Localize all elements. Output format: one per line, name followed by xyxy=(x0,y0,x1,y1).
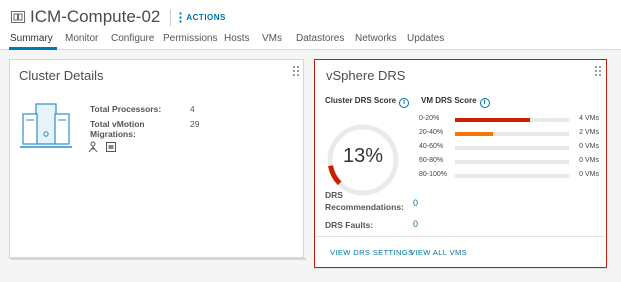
tab-hosts[interactable]: Hosts xyxy=(224,33,250,50)
histogram-row: 20-40% 2 VMs xyxy=(419,129,599,139)
actions-button[interactable]: ACTIONS xyxy=(179,11,226,23)
drag-handle-icon[interactable] xyxy=(293,66,301,76)
histogram-range-label: 80-100% xyxy=(419,171,448,178)
view-all-vms-link[interactable]: VIEW ALL VMS xyxy=(410,248,467,257)
more-vertical-icon xyxy=(179,11,182,23)
vm-drs-score-heading: VM DRS Score i xyxy=(421,96,490,108)
histogram-range-label: 60-80% xyxy=(419,157,444,164)
cluster-details-title: Cluster Details xyxy=(19,68,104,83)
histogram-vm-count: 4 VMs xyxy=(579,115,599,122)
histogram-bar[interactable] xyxy=(455,118,531,122)
total-vmotion-label: Total vMotion Migrations: xyxy=(90,119,145,139)
histogram-bar-track xyxy=(455,146,569,150)
histogram-range-label: 40-60% xyxy=(419,143,444,150)
histogram-vm-count: 0 VMs xyxy=(579,143,599,150)
tab-monitor[interactable]: Monitor xyxy=(65,33,98,50)
total-processors-label: Total Processors: xyxy=(90,104,162,114)
vsphere-drs-title: vSphere DRS xyxy=(326,68,406,83)
drs-faults-value[interactable]: 0 xyxy=(413,219,418,229)
info-icon[interactable]: i xyxy=(399,98,410,108)
histogram-row: 0-20% 4 VMs xyxy=(419,115,599,125)
cluster-icon xyxy=(11,11,25,23)
histogram-bar-track xyxy=(455,118,569,122)
total-vmotion-value: 29 xyxy=(190,119,200,129)
histogram-bar-track xyxy=(455,132,569,136)
title-row: ICM-Compute-02 ACTIONS xyxy=(10,6,226,28)
view-drs-settings-link[interactable]: VIEW DRS SETTINGS xyxy=(330,248,413,257)
tab-networks[interactable]: Networks xyxy=(355,33,397,50)
tab-configure[interactable]: Configure xyxy=(111,33,154,50)
histogram-vm-count: 0 VMs xyxy=(579,171,599,178)
histogram-vm-count: 0 VMs xyxy=(579,157,599,164)
page-title: ICM-Compute-02 xyxy=(30,7,161,26)
tab-permissions[interactable]: Permissions xyxy=(163,33,217,50)
active-tab-indicator xyxy=(9,47,57,50)
actions-label: ACTIONS xyxy=(186,12,226,22)
drag-handle-icon[interactable] xyxy=(595,66,603,76)
card-bottom-rule xyxy=(11,258,306,260)
cluster-feature-icons xyxy=(87,141,117,153)
histogram-row: 80-100% 0 VMs xyxy=(419,171,599,181)
histogram-bar-track xyxy=(455,174,569,178)
histogram-bar[interactable] xyxy=(455,132,493,136)
drs-recommendations-label: DRS Recommendations: xyxy=(325,190,404,212)
info-icon[interactable]: i xyxy=(479,98,490,108)
drs-faults-label: DRS Faults: xyxy=(325,220,374,230)
gauge-value-arc xyxy=(328,165,342,186)
ha-icon xyxy=(88,141,98,153)
histogram-range-label: 0-20% xyxy=(419,115,440,122)
histogram-bar-track xyxy=(455,160,569,164)
vsphere-drs-card: vSphere DRS Cluster DRS Score i VM DRS Sc… xyxy=(314,59,607,268)
vm-drs-score-label: VM DRS Score xyxy=(421,96,477,105)
tab-vms[interactable]: VMs xyxy=(262,33,282,50)
card-footer-divider xyxy=(315,236,605,237)
cluster-drs-score-value: 13% xyxy=(342,145,384,167)
cluster-hosts-icon xyxy=(20,103,72,148)
drs-recommendations-value[interactable]: 0 xyxy=(413,198,418,208)
object-header: ICM-Compute-02 ACTIONS Summary Monitor C… xyxy=(0,0,621,50)
cluster-drs-score-label: Cluster DRS Score xyxy=(325,96,397,105)
tab-datastores[interactable]: Datastores xyxy=(296,33,344,50)
histogram-range-label: 20-40% xyxy=(419,129,444,136)
histogram-row: 40-60% 0 VMs xyxy=(419,143,599,153)
histogram-vm-count: 2 VMs xyxy=(579,129,599,136)
histogram-row: 60-80% 0 VMs xyxy=(419,157,599,167)
cluster-drs-score-heading: Cluster DRS Score i xyxy=(325,96,410,108)
cluster-details-card: Cluster Details Total Processors: 4 Tota… xyxy=(9,59,306,260)
drs-icon xyxy=(106,142,116,152)
total-processors-value: 4 xyxy=(190,104,195,114)
title-divider xyxy=(170,8,172,26)
tab-updates[interactable]: Updates xyxy=(407,33,444,50)
